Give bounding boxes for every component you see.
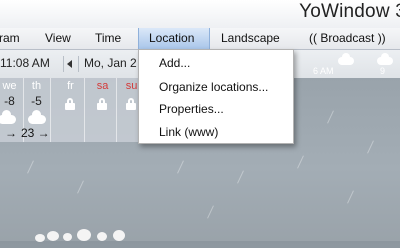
- day-temperature: -8: [4, 94, 15, 108]
- menu-item-link-www[interactable]: Link (www): [159, 125, 218, 139]
- lock-icon: [126, 98, 136, 110]
- forecast-day[interactable]: fr: [57, 78, 85, 142]
- rain-cloud-icon: [377, 53, 393, 65]
- rain-streak: [77, 180, 84, 194]
- hour-label: 6 AM: [313, 66, 334, 76]
- hour-label: 9: [380, 66, 386, 76]
- previous-day-arrow-icon[interactable]: [63, 56, 79, 72]
- menu-program[interactable]: ram: [0, 28, 20, 49]
- wind-indicator: →: [5, 126, 17, 140]
- cloud-icon: [28, 110, 46, 124]
- tree-snow: [113, 230, 125, 241]
- title-bar: YoWindow 3: [0, 0, 400, 29]
- menu-view[interactable]: View: [45, 28, 71, 49]
- forecast-day[interactable]: sa: [89, 78, 117, 142]
- tree-snow: [47, 231, 59, 241]
- rain-streak: [297, 155, 304, 169]
- lock-icon: [65, 98, 75, 110]
- menu-time[interactable]: Time: [95, 28, 121, 49]
- app-title: YoWindow 3: [299, 1, 400, 22]
- current-time: 11:08 AM: [0, 56, 50, 70]
- day-name: sa: [96, 80, 109, 92]
- tree-snow: [97, 232, 107, 241]
- rain-streak: [237, 170, 244, 184]
- day-temperature: -5: [31, 94, 42, 108]
- rain-cloud-icon: [338, 53, 354, 65]
- menu-landscape[interactable]: Landscape: [221, 28, 280, 49]
- menu-location[interactable]: Location: [138, 28, 210, 49]
- snow-cloud-icon: [0, 110, 16, 124]
- tree-snow: [77, 229, 91, 241]
- wind-speed: 23 →: [21, 126, 50, 140]
- snowy-trees: [25, 228, 135, 248]
- rain-streak: [177, 160, 184, 174]
- menu-item-properties[interactable]: Properties...: [159, 102, 224, 116]
- menu-bar: ram View Time Location Landscape (( Broa…: [0, 28, 400, 50]
- menu-broadcast[interactable]: (( Broadcast )): [309, 28, 386, 49]
- day-name: th: [31, 80, 42, 92]
- forecast-panel: we -8 th -5 fr sa su → 23 →: [0, 78, 146, 142]
- rain-streak: [27, 160, 34, 174]
- menu-item-organize-locations[interactable]: Organize locations...: [159, 80, 268, 94]
- tree-snow: [63, 233, 72, 241]
- day-name: we: [2, 80, 17, 92]
- current-date[interactable]: Mo, Jan 2: [84, 56, 137, 70]
- day-name: fr: [67, 80, 74, 92]
- lock-icon: [97, 98, 107, 110]
- rain-streak: [327, 110, 334, 124]
- rain-streak: [207, 205, 214, 219]
- menu-item-add[interactable]: Add...: [159, 56, 190, 70]
- rain-streak: [347, 190, 354, 204]
- location-dropdown-menu: Add... Organize locations... Properties.…: [138, 49, 294, 144]
- rain-streak: [367, 140, 374, 154]
